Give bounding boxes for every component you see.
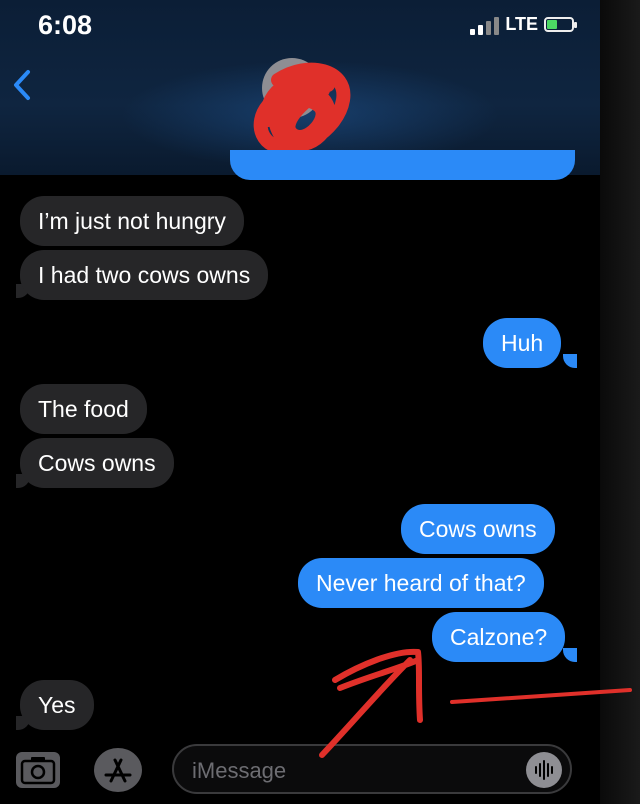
bubble-tail <box>563 354 577 368</box>
message-bubble-outgoing[interactable]: Huh <box>483 318 562 368</box>
back-button[interactable] <box>8 68 38 102</box>
signal-strength-icon <box>470 15 500 35</box>
message-bubble-outgoing[interactable]: Never heard of that? <box>298 558 544 608</box>
message-bubble-incoming[interactable]: Cows owns <box>20 438 174 488</box>
battery-charging-icon <box>544 17 577 32</box>
message-bubble-incoming[interactable]: I had two cows owns <box>20 250 269 300</box>
message-bubble-incoming[interactable]: The food <box>20 384 147 434</box>
conversation-header: 6:08 LTE <box>0 0 600 175</box>
message-input[interactable]: iMessage <box>172 744 572 794</box>
audio-waveform-icon <box>535 760 553 780</box>
network-label: LTE <box>505 14 538 34</box>
message-bubble-outgoing-partial[interactable] <box>230 150 575 180</box>
screenshot-edge <box>600 0 640 804</box>
camera-button[interactable] <box>16 752 60 788</box>
camera-icon <box>20 757 56 785</box>
audio-message-button[interactable] <box>526 752 562 788</box>
status-indicators: LTE <box>470 14 577 35</box>
message-input-placeholder: iMessage <box>192 758 287 783</box>
message-bubble-outgoing[interactable]: Calzone? <box>432 612 566 662</box>
status-time: 6:08 <box>38 10 93 40</box>
message-bubble-outgoing[interactable]: Cows owns <box>401 504 555 554</box>
message-bubble-incoming[interactable]: I’m just not hungry <box>20 196 244 246</box>
app-store-icon <box>104 758 132 783</box>
chevron-left-icon <box>14 70 30 100</box>
bubble-tail <box>563 648 577 662</box>
message-bubble-incoming[interactable]: Yes <box>20 680 94 730</box>
app-store-button[interactable] <box>94 748 142 792</box>
messages-screen: 6:08 LTE I’m just not hungry I had two c… <box>0 0 600 804</box>
